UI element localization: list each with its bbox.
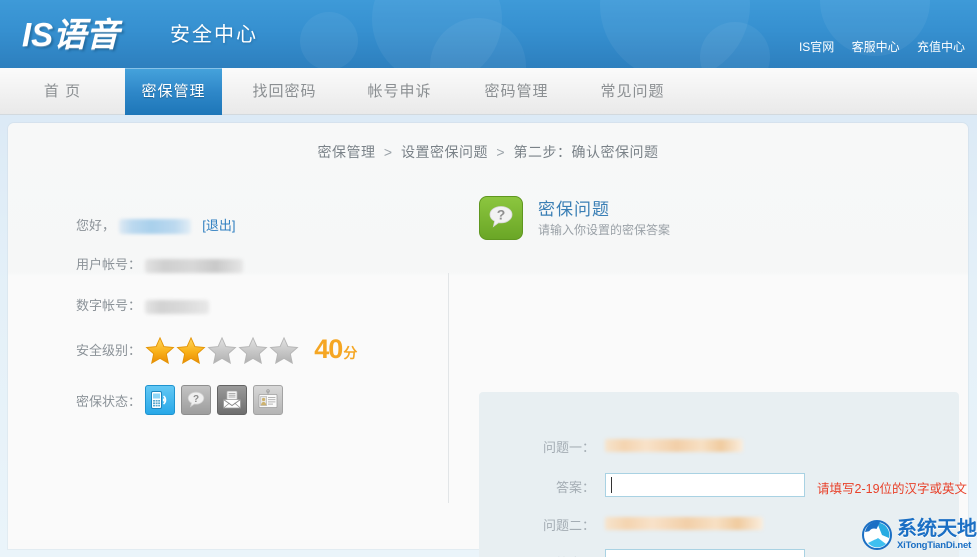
watermark-text: 系统天地 XiTongTianDi.net bbox=[897, 519, 977, 551]
question-1-value-masked bbox=[605, 439, 743, 452]
question-2-label: 问题二： bbox=[542, 518, 595, 533]
account-row: 用户帐号： bbox=[76, 254, 243, 273]
number-value-masked bbox=[144, 299, 209, 314]
greeting-label: 您好， bbox=[76, 218, 116, 233]
username-masked bbox=[118, 219, 191, 235]
envelope-mail-icon[interactable] bbox=[216, 385, 247, 415]
number-row: 数字帐号： bbox=[76, 295, 209, 314]
mobile-phone-icon[interactable] bbox=[144, 385, 175, 415]
link-customer-service[interactable]: 客服中心 bbox=[852, 40, 900, 54]
breadcrumb: 密保管理 > 设置密保问题 > 第二步：确认密保问题 bbox=[8, 142, 968, 162]
vertical-divider bbox=[448, 273, 449, 503]
answer-2-input[interactable] bbox=[605, 549, 805, 557]
link-recharge-center[interactable]: 充值中心 bbox=[917, 40, 965, 54]
nav-item-account-appeal[interactable]: 帐号申诉 bbox=[347, 68, 452, 115]
nav-item-faq[interactable]: 常见问题 bbox=[580, 68, 685, 115]
answer-2-label: 答案： bbox=[499, 553, 595, 557]
security-status-icons: ? bbox=[144, 385, 283, 415]
logout-link[interactable]: [退出] bbox=[202, 218, 235, 233]
nav-item-security-management[interactable]: 密保管理 bbox=[125, 68, 222, 115]
site-header: IS语音 安全中心 IS官网 客服中心 充值中心 bbox=[0, 0, 977, 68]
question-2-value-masked bbox=[605, 517, 763, 530]
globe-refresh-icon bbox=[862, 519, 892, 550]
decorative-bubble bbox=[300, 12, 358, 68]
svg-text:?: ? bbox=[497, 207, 506, 223]
svg-text:?: ? bbox=[193, 394, 199, 405]
star-empty-icon bbox=[269, 336, 299, 364]
star-empty-icon bbox=[238, 336, 268, 364]
user-info-panel: 您好， [退出] 用户帐号： 数字帐号： 安全级别： 40分 密保状态： ? bbox=[8, 189, 448, 489]
question-1-label: 问题一： bbox=[542, 440, 595, 455]
security-level-row: 安全级别： 40分 bbox=[76, 334, 357, 365]
id-card-icon[interactable] bbox=[252, 385, 283, 415]
site-logo[interactable]: IS语音 bbox=[22, 8, 119, 56]
nav-item-password-management[interactable]: 密码管理 bbox=[464, 68, 569, 115]
panel-subtitle: 请输入你设置的密保答案 bbox=[538, 223, 671, 237]
security-status-row: 密保状态： ? bbox=[76, 385, 283, 415]
star-empty-icon bbox=[207, 336, 237, 364]
question-mark-icon[interactable]: ? bbox=[180, 385, 211, 415]
site-subtitle: 安全中心 bbox=[170, 24, 258, 46]
content-card: 密保管理 > 设置密保问题 > 第二步：确认密保问题 您好， [退出] 用户帐号… bbox=[8, 123, 968, 557]
star-filled-icon bbox=[176, 336, 206, 364]
breadcrumb-item-3: 第二步：确认密保问题 bbox=[513, 144, 659, 160]
text-cursor bbox=[611, 477, 612, 493]
breadcrumb-item-2[interactable]: 设置密保问题 bbox=[401, 144, 488, 160]
security-score-unit: 分 bbox=[343, 345, 357, 361]
account-value-masked bbox=[144, 258, 243, 273]
star-rating bbox=[145, 336, 299, 364]
account-label: 用户帐号： bbox=[76, 257, 142, 272]
security-score: 40分 bbox=[314, 334, 357, 364]
breadcrumb-item-1[interactable]: 密保管理 bbox=[318, 144, 376, 160]
security-score-value: 40 bbox=[314, 334, 343, 364]
breadcrumb-separator: > bbox=[496, 144, 506, 160]
security-status-label: 密保状态： bbox=[76, 393, 142, 409]
nav-item-home[interactable]: 首 页 bbox=[10, 68, 115, 115]
watermark-title: 系统天地 bbox=[897, 517, 977, 540]
header-links: IS官网 客服中心 充值中心 bbox=[785, 38, 965, 55]
page-root: IS语音 安全中心 IS官网 客服中心 充值中心 首 页 密保管理 找回密码 帐… bbox=[0, 0, 977, 557]
nav-item-retrieve-password[interactable]: 找回密码 bbox=[232, 68, 337, 115]
answer-1-input[interactable] bbox=[605, 473, 805, 497]
main-navigation: 首 页 密保管理 找回密码 帐号申诉 密码管理 常见问题 bbox=[0, 68, 977, 115]
star-filled-icon bbox=[145, 336, 175, 364]
answer-1-label: 答案： bbox=[555, 480, 595, 495]
panel-title: 密保问题 bbox=[538, 200, 610, 219]
link-official-site[interactable]: IS官网 bbox=[799, 40, 834, 54]
answer-1-hint: 请填写2-19位的汉字或英文 bbox=[817, 482, 968, 496]
watermark-url: XiTongTianDi.net bbox=[897, 539, 972, 551]
watermark: 系统天地 XiTongTianDi.net bbox=[860, 512, 977, 557]
question-bubble-icon: ? bbox=[479, 196, 523, 240]
greeting-row: 您好， [退出] bbox=[76, 215, 236, 235]
security-level-label: 安全级别： bbox=[76, 343, 142, 358]
number-label: 数字帐号： bbox=[76, 298, 142, 313]
breadcrumb-separator: > bbox=[383, 144, 393, 160]
